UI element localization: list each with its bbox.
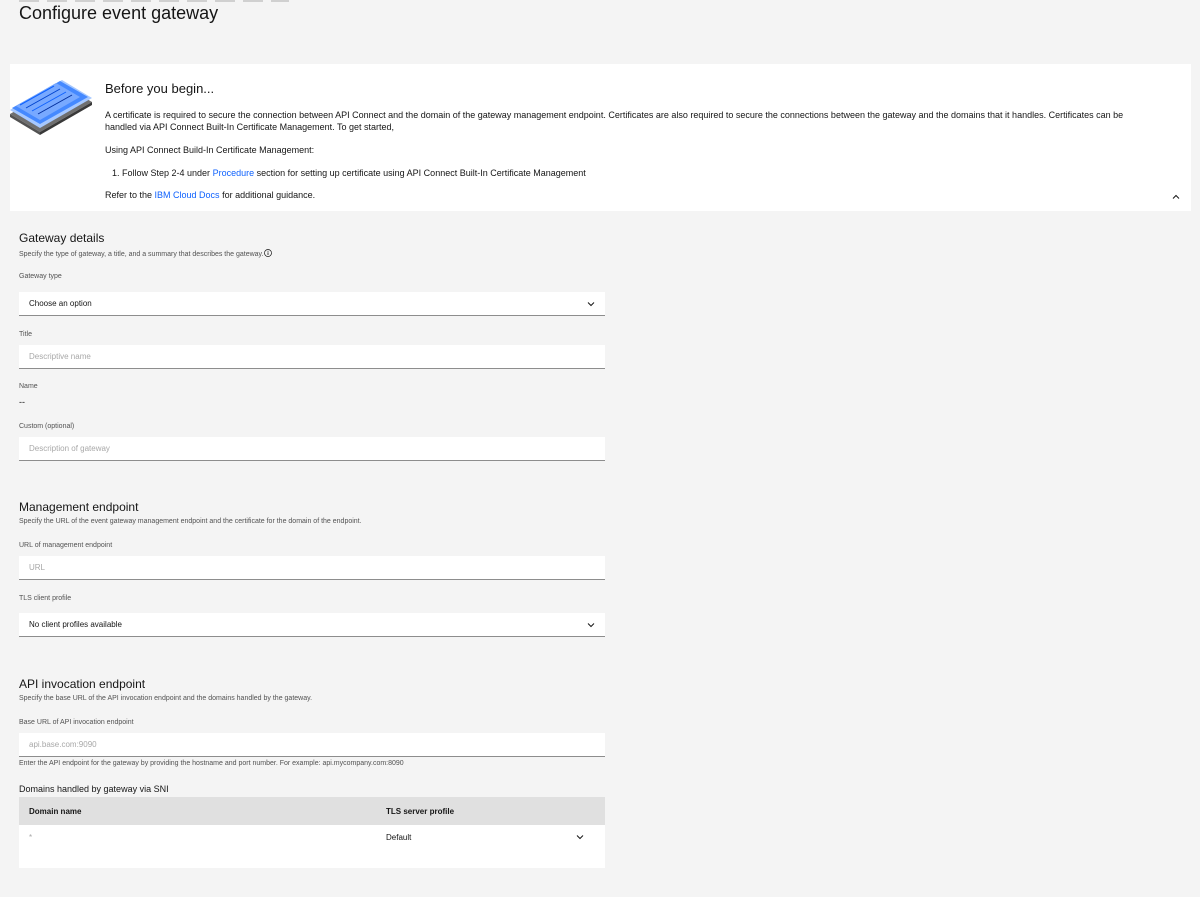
management-url-label: URL of management endpoint: [19, 542, 113, 549]
ibm-cloud-docs-link[interactable]: IBM Cloud Docs: [155, 190, 220, 200]
chevron-down-icon: [587, 302, 595, 307]
name-label: Name: [19, 383, 38, 390]
domains-table-header: Domain name TLS server profile: [19, 797, 605, 825]
tls-client-profile-label: TLS client profile: [19, 595, 72, 602]
custom-description-input[interactable]: Description of gateway: [19, 437, 605, 461]
base-url-input[interactable]: api.base.com:9090: [19, 733, 605, 757]
title-placeholder: Descriptive name: [29, 352, 91, 361]
gateway-details-description: Specify the type of gateway, a title, an…: [19, 249, 273, 258]
page-title: Configure event gateway: [19, 3, 219, 23]
management-endpoint-description: Specify the URL of the event gateway man…: [19, 518, 362, 525]
management-url-input[interactable]: URL: [19, 556, 605, 580]
api-invocation-title: API invocation endpoint: [19, 677, 146, 691]
base-url-label: Base URL of API invocation endpoint: [19, 719, 134, 726]
domain-name-cell: *: [29, 833, 33, 842]
breadcrumb[interactable]: [19, 0, 289, 2]
management-endpoint-title: Management endpoint: [19, 500, 139, 514]
tls-server-profile-select[interactable]: Default: [386, 825, 605, 853]
step-prefix: 1. Follow Step 2-4 under: [112, 168, 213, 178]
notice-body: A certificate is required to secure the …: [105, 110, 1124, 132]
tls-client-profile-select[interactable]: No client profiles available: [19, 613, 605, 637]
name-value: --: [19, 397, 25, 407]
title-input[interactable]: Descriptive name: [19, 345, 605, 369]
tls-client-profile-value: No client profiles available: [29, 620, 122, 629]
column-header-tls-server-profile: TLS server profile: [386, 807, 455, 816]
before-you-begin-notice: Before you begin... A certificate is req…: [10, 64, 1191, 211]
gateway-details-title: Gateway details: [19, 231, 105, 245]
chevron-down-icon: [587, 623, 595, 628]
gateway-type-label: Gateway type: [19, 273, 62, 280]
api-invocation-description: Specify the base URL of the API invocati…: [19, 695, 313, 702]
notice-using-text: Using API Connect Build-In Certificate M…: [105, 145, 315, 155]
domains-table-title: Domains handled by gateway via SNI: [19, 784, 169, 794]
refer-prefix: Refer to the: [105, 190, 155, 200]
tls-server-profile-value: Default: [386, 833, 412, 842]
refer-suffix: for additional guidance.: [219, 190, 316, 200]
notice-title: Before you begin...: [105, 81, 215, 96]
base-url-placeholder: api.base.com:9090: [29, 740, 97, 749]
collapse-notice-button[interactable]: [1169, 190, 1183, 204]
custom-placeholder: Description of gateway: [29, 444, 110, 453]
custom-label: Custom (optional): [19, 423, 75, 430]
notice-refer-text: Refer to the IBM Cloud Docs for addition…: [105, 190, 315, 200]
notice-step-1: 1. Follow Step 2-4 under Procedure secti…: [112, 168, 586, 178]
chevron-down-icon: [576, 835, 584, 840]
gateway-details-description-text: Specify the type of gateway, a title, an…: [19, 251, 264, 258]
table-row: * Default: [19, 825, 605, 868]
title-label: Title: [19, 331, 32, 338]
column-header-domain-name: Domain name: [29, 807, 82, 816]
domains-table: Domain name TLS server profile * Default: [19, 797, 605, 868]
gateway-type-select[interactable]: Choose an option: [19, 292, 605, 316]
gateway-type-value: Choose an option: [29, 299, 92, 308]
management-url-placeholder: URL: [29, 563, 46, 572]
step-suffix: section for setting up certificate using…: [254, 168, 586, 178]
chevron-up-icon: [1172, 194, 1180, 199]
server-illustration-icon: [10, 80, 92, 135]
info-icon[interactable]: [264, 249, 273, 257]
base-url-helper-text: Enter the API endpoint for the gateway b…: [19, 760, 404, 767]
procedure-link[interactable]: Procedure: [213, 168, 255, 178]
